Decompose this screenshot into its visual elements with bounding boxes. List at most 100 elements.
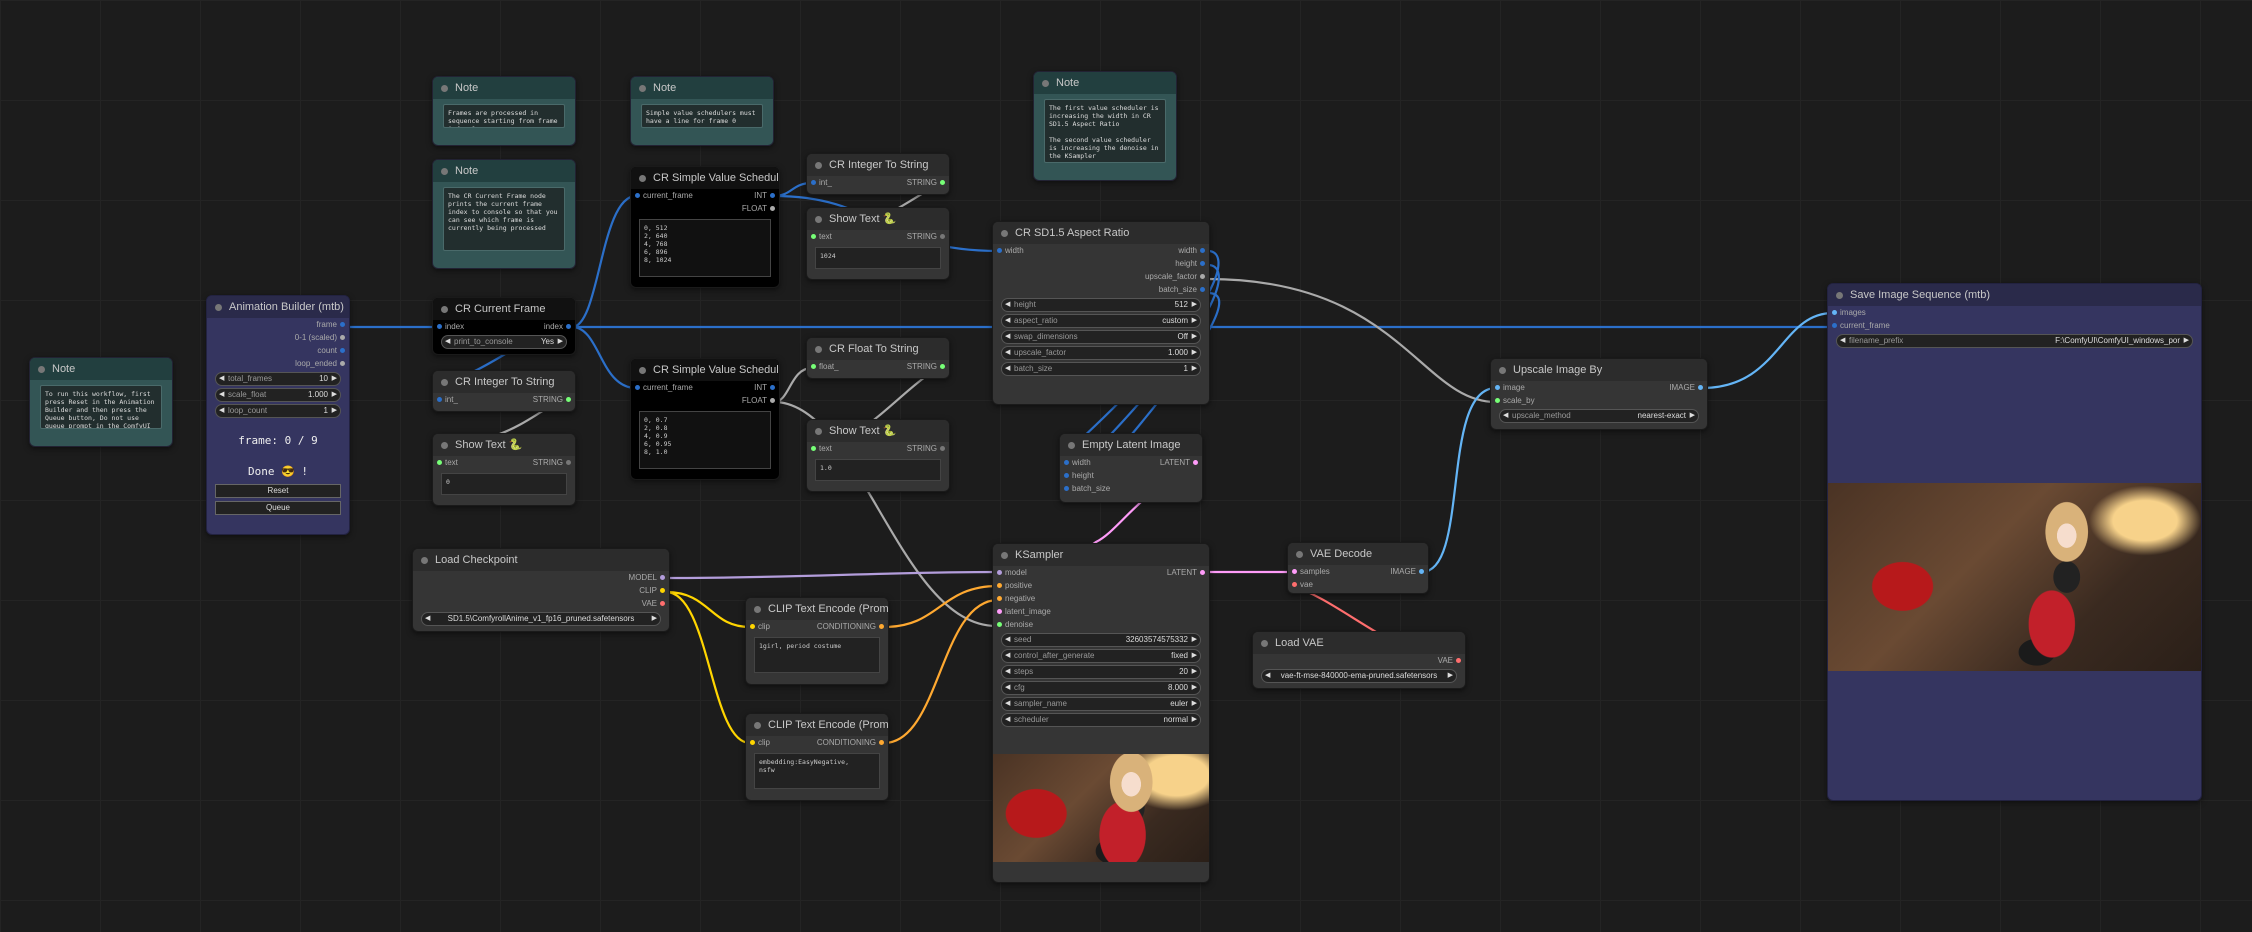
widget-control-after-generate[interactable]: control_after_generate fixed bbox=[1001, 649, 1201, 663]
node-cr-current-frame[interactable]: CR Current Frame index index print_to_con… bbox=[432, 297, 576, 355]
note-current-frame[interactable]: Note The CR Current Frame node prints th… bbox=[432, 159, 576, 269]
note-run-instructions[interactable]: Note To run this workflow, first press R… bbox=[29, 357, 173, 447]
output-socket[interactable] bbox=[940, 234, 945, 239]
node-load-checkpoint[interactable]: Load Checkpoint MODEL CLIP VAE SD1.5\Com… bbox=[412, 548, 670, 632]
output-socket[interactable] bbox=[770, 398, 775, 403]
node-vae-decode[interactable]: VAE Decode samples IMAGE vae bbox=[1287, 542, 1429, 594]
note-text[interactable]: To run this workflow, first press Reset … bbox=[40, 385, 162, 429]
input-socket[interactable] bbox=[997, 622, 1002, 627]
schedule-text[interactable]: 0, 512 2, 640 4, 768 6, 896 8, 1024 bbox=[639, 219, 771, 277]
widget-upscale-method[interactable]: upscale_method nearest-exact bbox=[1499, 409, 1699, 423]
output-socket[interactable] bbox=[1200, 261, 1205, 266]
node-clip-text-encode-negative[interactable]: CLIP Text Encode (Prompt) clip CONDITIONI… bbox=[745, 713, 889, 801]
input-socket[interactable] bbox=[437, 324, 442, 329]
output-socket[interactable] bbox=[770, 385, 775, 390]
widget-loop-count[interactable]: loop_count 1 bbox=[215, 404, 341, 418]
output-socket[interactable] bbox=[770, 206, 775, 211]
output-socket[interactable] bbox=[660, 601, 665, 606]
widget-vae-name[interactable]: vae-ft-mse-840000-ema-pruned.safetensors bbox=[1261, 669, 1457, 683]
input-socket[interactable] bbox=[1832, 323, 1837, 328]
node-show-text-b[interactable]: Show Text 🐍 text STRING 1024 bbox=[806, 207, 950, 280]
note-scheduler-explain[interactable]: Note The first value scheduler is increa… bbox=[1033, 71, 1177, 181]
show-text-value[interactable]: 1.0 bbox=[815, 459, 941, 481]
node-save-image-sequence[interactable]: Save Image Sequence (mtb) images current… bbox=[1827, 283, 2202, 801]
node-show-text-a[interactable]: Show Text 🐍 text STRING 0 bbox=[432, 433, 576, 506]
note-text[interactable]: Simple value schedulers must have a line… bbox=[641, 104, 763, 128]
output-socket[interactable] bbox=[879, 740, 884, 745]
input-socket[interactable] bbox=[997, 570, 1002, 575]
input-socket[interactable] bbox=[1832, 310, 1837, 315]
input-socket[interactable] bbox=[1064, 486, 1069, 491]
input-socket[interactable] bbox=[437, 460, 442, 465]
note-text[interactable]: Frames are processed in sequence startin… bbox=[443, 104, 565, 128]
input-socket[interactable] bbox=[1495, 398, 1500, 403]
input-socket[interactable] bbox=[997, 248, 1002, 253]
widget-swap-dimensions[interactable]: swap_dimensions Off bbox=[1001, 330, 1201, 344]
output-socket[interactable] bbox=[660, 575, 665, 580]
schedule-text[interactable]: 0, 0.7 2, 0.8 4, 0.9 6, 0.95 8, 1.0 bbox=[639, 411, 771, 469]
node-show-text-c[interactable]: Show Text 🐍 text STRING 1.0 bbox=[806, 419, 950, 492]
input-socket[interactable] bbox=[1064, 473, 1069, 478]
output-socket[interactable] bbox=[1419, 569, 1424, 574]
input-socket[interactable] bbox=[811, 180, 816, 185]
queue-button[interactable]: Queue bbox=[215, 501, 341, 515]
widget-ckpt-name[interactable]: SD1.5\ComfyrollAnime_v1_fp16_pruned.safe… bbox=[421, 612, 661, 626]
input-socket[interactable] bbox=[437, 397, 442, 402]
widget-filename-prefix[interactable]: filename_prefix F:\ComfyUI\ComfyUI_window… bbox=[1836, 334, 2193, 348]
output-socket[interactable] bbox=[660, 588, 665, 593]
output-socket[interactable] bbox=[1200, 274, 1205, 279]
node-cr-simple-value-scheduler-1[interactable]: CR Simple Value Scheduler current_frame I… bbox=[630, 166, 780, 288]
widget-scheduler[interactable]: scheduler normal bbox=[1001, 713, 1201, 727]
input-socket[interactable] bbox=[811, 364, 816, 369]
input-socket[interactable] bbox=[811, 446, 816, 451]
note-scheduler-frame0[interactable]: Note Simple value schedulers must have a… bbox=[630, 76, 774, 146]
output-socket[interactable] bbox=[1200, 248, 1205, 253]
input-socket[interactable] bbox=[997, 583, 1002, 588]
output-socket[interactable] bbox=[566, 397, 571, 402]
node-upscale-image-by[interactable]: Upscale Image By image IMAGE scale_by ups… bbox=[1490, 358, 1708, 430]
output-socket[interactable] bbox=[940, 180, 945, 185]
node-empty-latent-image[interactable]: Empty Latent Image width LATENT height ba… bbox=[1059, 433, 1203, 503]
prompt-text[interactable]: embedding:EasyNegative, nsfw bbox=[754, 753, 880, 789]
output-socket[interactable] bbox=[340, 322, 345, 327]
output-socket[interactable] bbox=[1193, 460, 1198, 465]
note-frames-sequence[interactable]: Note Frames are processed in sequence st… bbox=[432, 76, 576, 146]
node-cr-simple-value-scheduler-2[interactable]: CR Simple Value Scheduler current_frame I… bbox=[630, 358, 780, 480]
input-socket[interactable] bbox=[997, 609, 1002, 614]
node-load-vae[interactable]: Load VAE VAE vae-ft-mse-840000-ema-prune… bbox=[1252, 631, 1466, 689]
widget-aspect-ratio[interactable]: aspect_ratio custom bbox=[1001, 314, 1201, 328]
widget-seed[interactable]: seed 32603574575332 bbox=[1001, 633, 1201, 647]
node-cr-integer-to-string-a[interactable]: CR Integer To String int_ STRING bbox=[432, 370, 576, 412]
output-socket[interactable] bbox=[1200, 287, 1205, 292]
output-socket[interactable] bbox=[770, 193, 775, 198]
output-socket[interactable] bbox=[566, 460, 571, 465]
widget-upscale-factor[interactable]: upscale_factor 1.000 bbox=[1001, 346, 1201, 360]
show-text-value[interactable]: 0 bbox=[441, 473, 567, 495]
input-socket[interactable] bbox=[635, 385, 640, 390]
reset-button[interactable]: Reset bbox=[215, 484, 341, 498]
node-cr-sd15-aspect-ratio[interactable]: CR SD1.5 Aspect Ratio width width height … bbox=[992, 221, 1210, 405]
output-socket[interactable] bbox=[340, 361, 345, 366]
widget-print-to-console[interactable]: print_to_console Yes bbox=[441, 335, 567, 349]
widget-scale-float[interactable]: scale_float 1.000 bbox=[215, 388, 341, 402]
output-socket[interactable] bbox=[1456, 658, 1461, 663]
output-socket[interactable] bbox=[1200, 570, 1205, 575]
output-socket[interactable] bbox=[879, 624, 884, 629]
widget-total-frames[interactable]: total_frames 10 bbox=[215, 372, 341, 386]
output-socket[interactable] bbox=[940, 446, 945, 451]
input-socket[interactable] bbox=[750, 740, 755, 745]
note-text[interactable]: The CR Current Frame node prints the cur… bbox=[443, 187, 565, 251]
input-socket[interactable] bbox=[1495, 385, 1500, 390]
node-ksampler[interactable]: KSampler model LATENT positive negative l… bbox=[992, 543, 1210, 883]
show-text-value[interactable]: 1024 bbox=[815, 247, 941, 269]
output-socket[interactable] bbox=[566, 324, 571, 329]
prompt-text[interactable]: 1girl, period costume bbox=[754, 637, 880, 673]
input-socket[interactable] bbox=[1292, 582, 1297, 587]
node-cr-float-to-string[interactable]: CR Float To String float_ STRING bbox=[806, 337, 950, 379]
input-socket[interactable] bbox=[811, 234, 816, 239]
note-text[interactable]: The first value scheduler is increasing … bbox=[1044, 99, 1166, 163]
widget-batch-size[interactable]: batch_size 1 bbox=[1001, 362, 1201, 376]
input-socket[interactable] bbox=[750, 624, 755, 629]
output-socket[interactable] bbox=[340, 335, 345, 340]
widget-steps[interactable]: steps 20 bbox=[1001, 665, 1201, 679]
